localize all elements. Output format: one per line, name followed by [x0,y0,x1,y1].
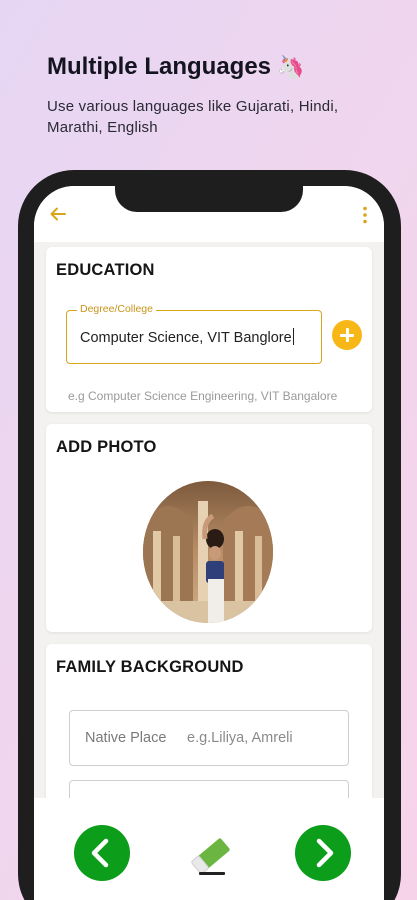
promo-title: Multiple Languages 🦄 [47,53,304,81]
native-place-label: Native Place [85,730,167,746]
text-cursor [292,328,294,345]
chevron-left-icon [91,838,109,868]
native-place-input[interactable]: Native Place e.g.Liliya, Amreli [69,710,349,766]
profile-photo[interactable] [143,481,273,623]
degree-hint: e.g Computer Science Engineering, VIT Ba… [68,389,338,403]
education-card: EDUCATION Degree/College Computer Scienc… [46,247,372,412]
degree-college-label: Degree/College [77,303,156,315]
previous-button[interactable] [74,825,130,881]
education-title: EDUCATION [56,261,155,279]
promo-subtitle: Use various languages like Gujarati, Hin… [47,98,339,136]
phone-notch [115,182,303,212]
app-screen: EDUCATION Degree/College Computer Scienc… [34,186,384,900]
photo-title: ADD PHOTO [56,438,157,456]
plus-circle-icon[interactable] [332,320,362,350]
unicorn-icon: 🦄 [277,54,305,79]
chevron-right-icon [316,838,334,868]
more-vertical-icon[interactable] [362,206,368,224]
photo-card: ADD PHOTO [46,424,372,632]
bottom-action-bar [34,798,384,900]
next-button[interactable] [295,825,351,881]
native-place-placeholder: e.g.Liliya, Amreli [187,730,293,746]
promo-title-text: Multiple Languages [47,53,272,80]
degree-college-input[interactable]: Degree/College Computer Science, VIT Ban… [66,303,322,364]
family-background-title: FAMILY BACKGROUND [56,658,244,676]
eraser-icon[interactable] [185,826,241,882]
degree-college-value: Computer Science, VIT Banglore [80,330,292,346]
arrow-left-icon[interactable] [48,204,68,224]
